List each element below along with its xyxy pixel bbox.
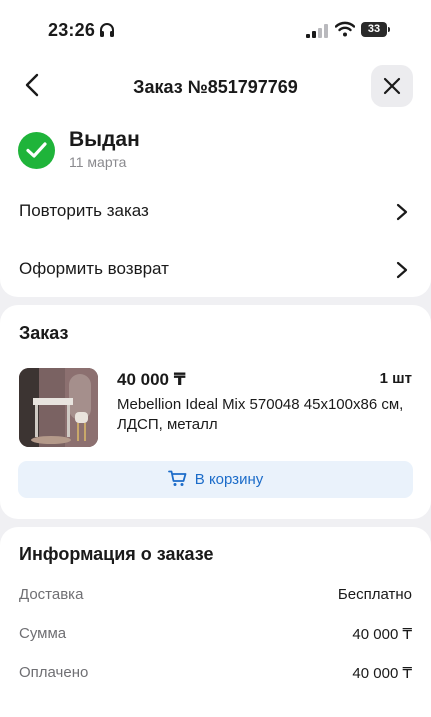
info-label: Доставка	[19, 586, 84, 603]
battery-level: 33	[361, 22, 387, 37]
cellular-signal-icon	[306, 24, 328, 38]
add-to-cart-label: В корзину	[194, 471, 264, 488]
close-icon	[383, 77, 401, 95]
close-button[interactable]	[371, 65, 413, 107]
order-header-card: Заказ №851797769 Выдан 11 марта Повторит…	[0, 60, 431, 297]
order-items-card: Заказ 40 000 ₸ 1 шт Mebellion Ideal Mix …	[0, 305, 431, 519]
wifi-icon	[335, 21, 355, 37]
order-section-title: Заказ	[19, 323, 69, 343]
info-value: 40 000 ₸	[352, 626, 412, 643]
product-name[interactable]: Mebellion Ideal Mix 570048 45x100x86 см,…	[117, 395, 412, 435]
order-status-date: 11 марта	[69, 154, 127, 170]
chevron-right-icon	[396, 203, 408, 221]
repeat-order-label: Повторить заказ	[19, 201, 149, 220]
product-price: 40 000 ₸	[117, 370, 186, 389]
return-order-label: Оформить возврат	[19, 259, 169, 278]
order-status: Выдан	[69, 128, 140, 151]
page-title: Заказ №851797769	[133, 77, 298, 97]
info-label: Оплачено	[19, 664, 89, 681]
headphones-icon	[100, 23, 114, 37]
repeat-order-button[interactable]: Повторить заказ	[0, 191, 431, 231]
cart-icon	[167, 470, 187, 486]
order-info-card: Информация о заказе Доставка Бесплатно С…	[0, 527, 431, 717]
info-value: 40 000 ₸	[352, 665, 412, 682]
check-circle-icon	[18, 132, 55, 169]
info-value: Бесплатно	[337, 586, 412, 603]
return-order-button[interactable]: Оформить возврат	[0, 249, 431, 289]
status-time: 23:26	[48, 20, 96, 40]
product-quantity: 1 шт	[379, 370, 412, 387]
product-image[interactable]	[19, 368, 98, 447]
chevron-right-icon	[396, 261, 408, 279]
status-bar: 23:26 33	[0, 0, 431, 60]
info-section-title: Информация о заказе	[19, 544, 214, 564]
battery-icon: 33	[361, 22, 391, 38]
info-label: Сумма	[19, 625, 67, 642]
info-row-paid: Оплачено 40 000 ₸	[0, 664, 431, 688]
add-to-cart-button[interactable]: В корзину	[18, 461, 413, 498]
info-row-sum: Сумма 40 000 ₸	[0, 625, 431, 649]
info-row-delivery: Доставка Бесплатно	[0, 586, 431, 610]
